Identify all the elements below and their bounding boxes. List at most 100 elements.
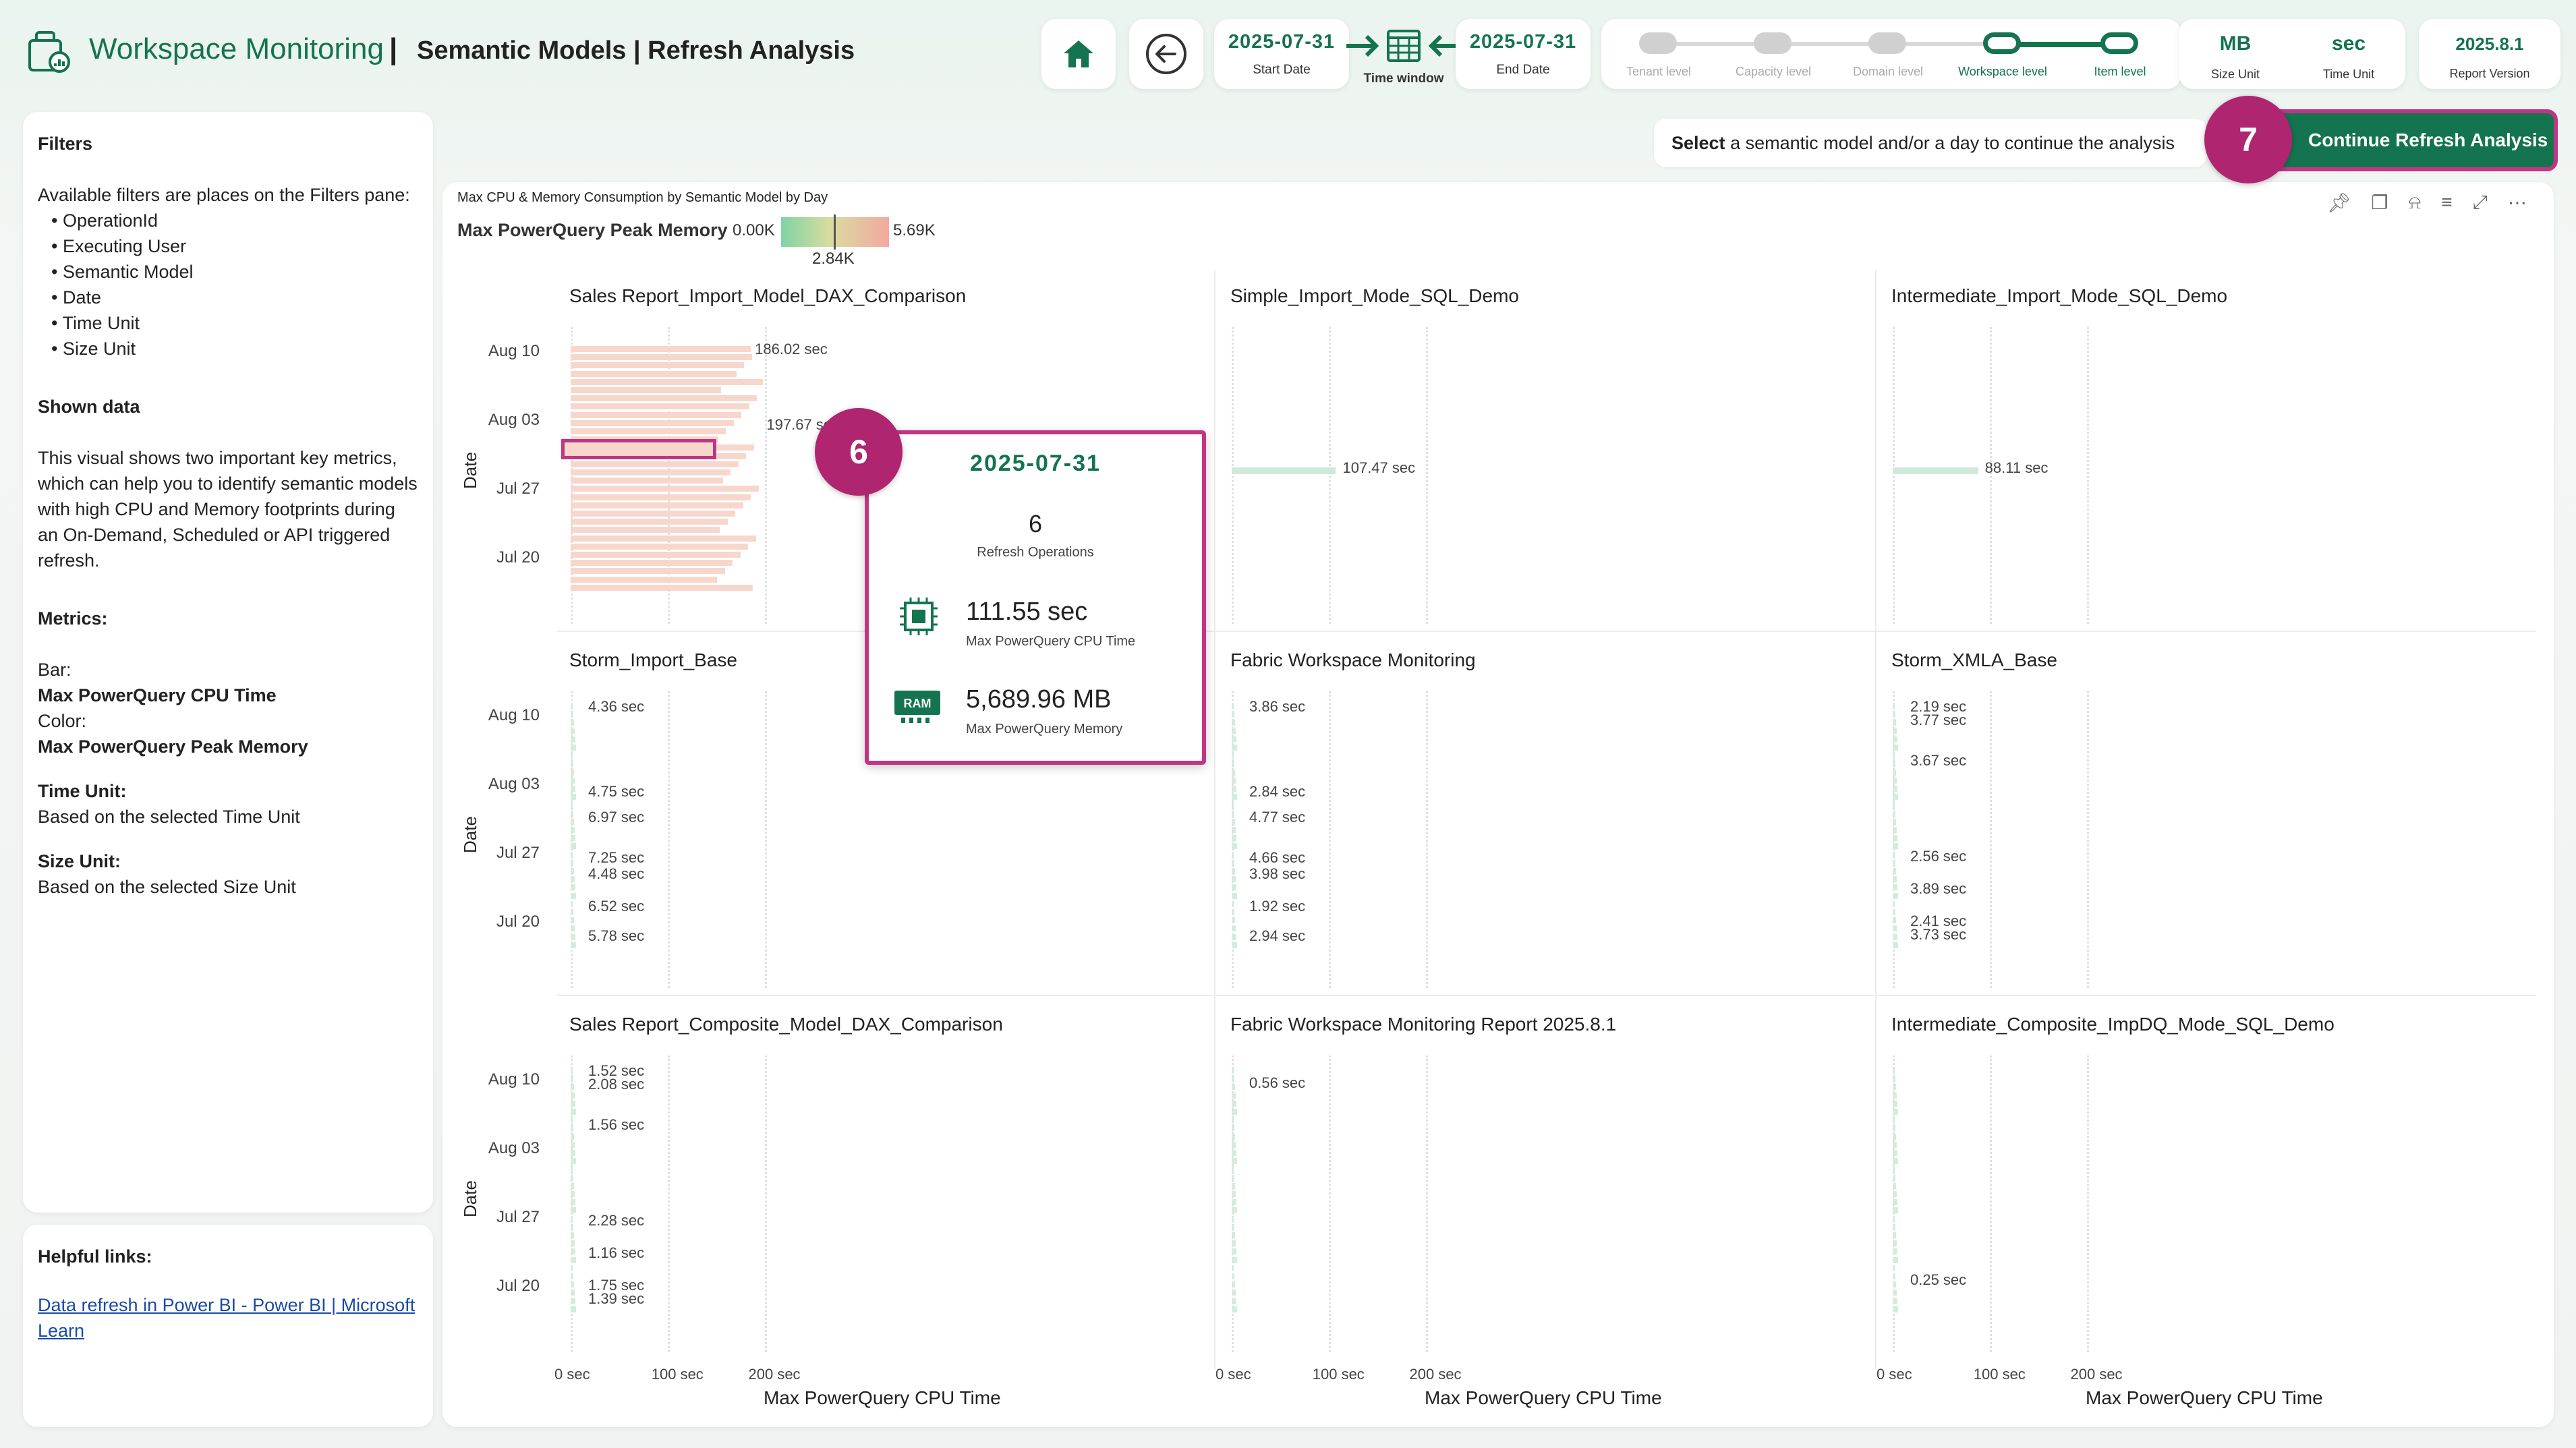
bar[interactable]: [1232, 1223, 1234, 1230]
panel-title[interactable]: Sales Report_Composite_Model_DAX_Compari…: [569, 1014, 1003, 1035]
bar[interactable]: [1232, 1092, 1236, 1099]
bar[interactable]: [571, 794, 576, 801]
bar[interactable]: [571, 1207, 576, 1214]
focus-mode-icon[interactable]: ⤢: [2473, 192, 2488, 214]
bar[interactable]: [1893, 1150, 1897, 1156]
bar[interactable]: [571, 1174, 573, 1181]
bar[interactable]: [1893, 1076, 1895, 1082]
bar[interactable]: [571, 1199, 575, 1206]
end-date-card[interactable]: 2025-07-31 End Date: [1456, 19, 1591, 89]
bar[interactable]: [1893, 1256, 1898, 1263]
bar[interactable]: [1893, 933, 1897, 940]
pin-icon[interactable]: 📌︎: [2327, 192, 2351, 214]
bar[interactable]: [1232, 1207, 1237, 1214]
bar[interactable]: [571, 1215, 573, 1222]
bar[interactable]: [1893, 1215, 1895, 1222]
back-button[interactable]: [1129, 19, 1203, 89]
bar[interactable]: [1232, 925, 1236, 932]
bar[interactable]: [571, 419, 734, 426]
bar[interactable]: [1232, 786, 1236, 792]
filter-icon[interactable]: ≡: [2441, 192, 2452, 214]
home-button[interactable]: [1041, 19, 1116, 89]
bar[interactable]: [571, 1256, 576, 1263]
bar[interactable]: [1893, 1273, 1895, 1279]
bar[interactable]: [571, 786, 575, 792]
bar[interactable]: [1232, 835, 1236, 842]
bar[interactable]: [1893, 851, 1895, 858]
bar[interactable]: [1232, 1174, 1234, 1181]
bar[interactable]: [571, 560, 733, 567]
bar[interactable]: [571, 1141, 575, 1148]
bar[interactable]: [1893, 843, 1898, 850]
bar[interactable]: [1893, 1125, 1895, 1132]
bar[interactable]: [1893, 1084, 1896, 1091]
bar[interactable]: [1893, 835, 1897, 842]
bar[interactable]: [1232, 1191, 1236, 1197]
level-dot-tenant[interactable]: [1639, 32, 1677, 54]
panel-title[interactable]: Intermediate_Import_Mode_SQL_Demo: [1891, 285, 2227, 307]
bar[interactable]: [1893, 884, 1897, 891]
bar[interactable]: [571, 1265, 573, 1271]
bar[interactable]: [571, 835, 575, 842]
bar[interactable]: [1893, 1133, 1896, 1140]
level-label-item[interactable]: Item level: [2063, 65, 2177, 79]
bar[interactable]: [1893, 1182, 1896, 1189]
bar[interactable]: [571, 568, 725, 575]
bar[interactable]: [571, 346, 751, 352]
bar[interactable]: [1232, 1240, 1236, 1247]
bar[interactable]: [571, 486, 759, 492]
bar[interactable]: [1232, 1215, 1234, 1222]
bar[interactable]: [571, 511, 736, 517]
more-options-icon[interactable]: ⋯: [2508, 192, 2527, 214]
bar[interactable]: [571, 1191, 575, 1197]
bar[interactable]: [571, 502, 743, 509]
bar[interactable]: [1232, 917, 1235, 924]
bar[interactable]: [1232, 1158, 1237, 1165]
bar[interactable]: [1893, 1174, 1895, 1181]
bar[interactable]: [1232, 467, 1336, 474]
bar[interactable]: [1232, 1265, 1234, 1271]
bar[interactable]: [571, 933, 575, 940]
bar[interactable]: [571, 868, 574, 874]
bar[interactable]: [1232, 1298, 1236, 1304]
bar[interactable]: [1232, 1068, 1234, 1074]
bar[interactable]: [1232, 769, 1235, 776]
bar[interactable]: [1232, 1248, 1236, 1255]
bar[interactable]: [571, 469, 731, 475]
chart-visual[interactable]: [442, 182, 2554, 1427]
level-label-workspace[interactable]: Workspace level: [1945, 65, 2060, 79]
bar[interactable]: [1232, 1306, 1237, 1312]
bar[interactable]: [571, 1084, 574, 1091]
bar[interactable]: [1232, 1109, 1237, 1115]
bar[interactable]: [571, 900, 573, 907]
bar[interactable]: [571, 477, 723, 484]
level-selector[interactable]: Tenant level Capacity level Domain level…: [1601, 19, 2181, 89]
bar[interactable]: [1893, 925, 1897, 932]
bar[interactable]: [1893, 876, 1897, 883]
bar[interactable]: [571, 728, 575, 734]
bar[interactable]: [571, 843, 576, 850]
bar[interactable]: [1893, 703, 1895, 709]
start-date-card[interactable]: 2025-07-31 Start Date: [1214, 19, 1349, 89]
bar[interactable]: [1893, 1223, 1895, 1230]
bar[interactable]: [1232, 1199, 1236, 1206]
bar[interactable]: [1893, 1191, 1897, 1197]
bar[interactable]: [1893, 1092, 1897, 1099]
bar[interactable]: [1232, 1076, 1234, 1082]
bar[interactable]: [1232, 761, 1234, 768]
bar[interactable]: [571, 745, 576, 751]
bar[interactable]: [1893, 827, 1897, 833]
data-refresh-link[interactable]: Data refresh in Power BI - Power BI | Mi…: [38, 1295, 415, 1341]
bar[interactable]: [1232, 720, 1235, 726]
bar[interactable]: [571, 1068, 573, 1074]
bar[interactable]: [571, 543, 749, 550]
time-unit[interactable]: sec Time Unit: [2292, 19, 2405, 82]
bar[interactable]: [571, 851, 573, 858]
bar[interactable]: [1893, 769, 1896, 776]
level-label-tenant[interactable]: Tenant level: [1601, 65, 1716, 79]
bar[interactable]: [571, 769, 574, 776]
bar[interactable]: [571, 1281, 574, 1288]
panel-title[interactable]: Storm_Import_Base: [569, 649, 737, 671]
bar[interactable]: [571, 1158, 576, 1165]
bar[interactable]: [1232, 753, 1234, 759]
